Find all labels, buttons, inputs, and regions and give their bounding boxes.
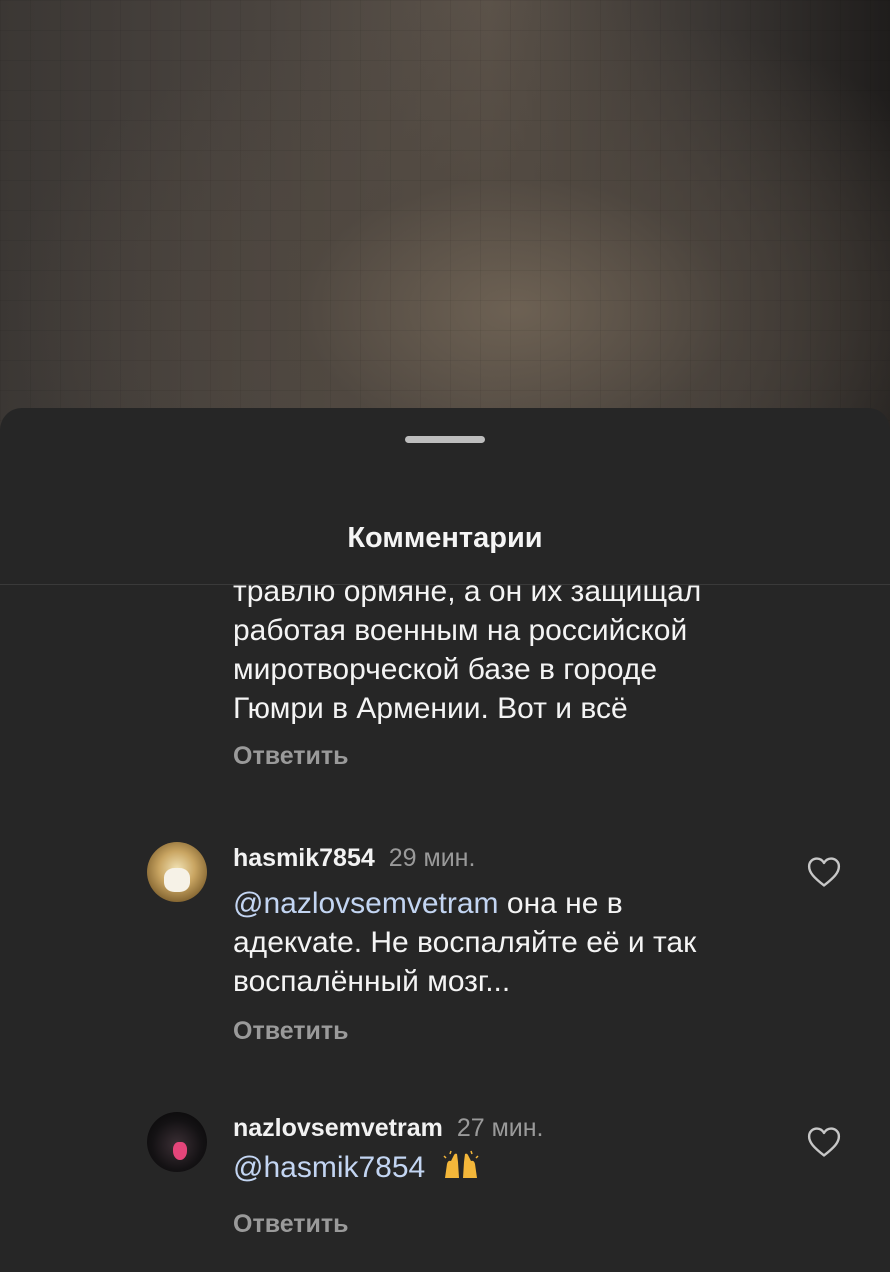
mention-link[interactable]: @hasmik7854 — [233, 1151, 425, 1184]
comment-text: @hasmik7854 — [233, 1148, 793, 1187]
comment-text-line: адекvate. Не воспаляйте её и так — [233, 926, 697, 959]
reply-button[interactable]: Ответить — [233, 1017, 349, 1046]
comment-text: травлю ормяне, а он их защищал работая в… — [233, 584, 793, 728]
comment-text-line: воспалённый мозг... — [233, 965, 511, 998]
comment-text-fragment: она не в — [498, 887, 623, 920]
comment-text-line: @nazlovsemvetram она не в — [233, 884, 793, 923]
avatar-image — [173, 1142, 187, 1160]
drag-handle[interactable] — [405, 436, 485, 443]
comment-meta: hasmik7854 29 мин. — [233, 844, 475, 873]
comment-time: 29 мин. — [388, 844, 476, 872]
comment-text-line: Гюмри в Армении. Вот и всё — [233, 692, 628, 725]
comment-username[interactable]: hasmik7854 — [233, 844, 375, 872]
comment-text-line: миротворческой базе в городе — [233, 653, 658, 686]
reply-button[interactable]: Ответить — [233, 742, 349, 771]
comments-sheet: Комментарии травлю ормяне, а он их защищ… — [0, 408, 890, 1272]
comment-username[interactable]: nazlovsemvetram — [233, 1114, 443, 1142]
heart-outline-icon[interactable] — [807, 856, 841, 888]
heart-outline-icon[interactable] — [807, 1126, 841, 1158]
comment-text-line: травлю ормяне, а он их защищал — [233, 584, 702, 608]
avatar-image — [164, 868, 190, 892]
pixelated-overlay — [0, 0, 890, 430]
comments-list[interactable]: травлю ормяне, а он их защищал работая в… — [0, 584, 890, 1272]
comment-text-line: работая военным на российской — [233, 614, 688, 647]
comments-header: Комментарии — [0, 498, 890, 585]
mention-link[interactable]: @nazlovsemvetram — [233, 887, 499, 920]
comment-text: @nazlovsemvetram она не в адекvate. Не в… — [233, 884, 793, 1001]
comment-time: 27 мин. — [456, 1114, 544, 1142]
user-avatar[interactable] — [147, 1112, 207, 1172]
comment-meta: nazlovsemvetram 27 мин. — [233, 1114, 544, 1143]
sheet-title: Комментарии — [347, 522, 543, 554]
raising-hands-emoji — [443, 1150, 479, 1178]
user-avatar[interactable] — [147, 842, 207, 902]
reply-button[interactable]: Ответить — [233, 1210, 349, 1239]
blurred-video-background — [0, 0, 890, 430]
